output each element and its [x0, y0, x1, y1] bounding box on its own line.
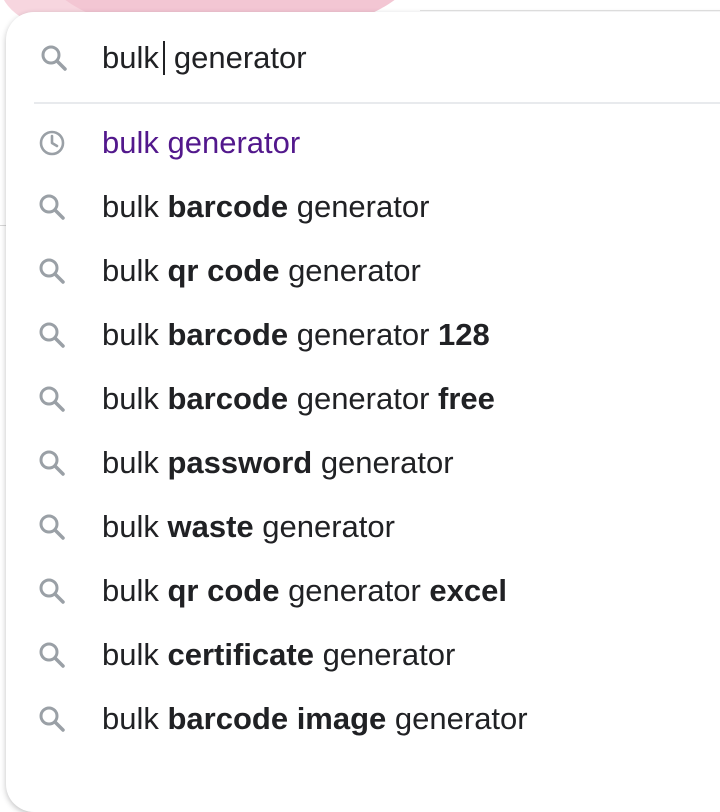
suggestion-text-bold: barcode	[167, 317, 289, 352]
suggestion-text-bold: 128	[438, 317, 490, 352]
suggestion-text-part: bulk	[102, 189, 168, 224]
suggestion-text-part: generator	[313, 637, 456, 672]
search-icon	[36, 639, 68, 671]
suggestion-item-history[interactable]: bulk generator	[6, 112, 720, 176]
suggestion-item[interactable]: bulk qr code generator	[6, 240, 720, 304]
suggestion-text-part: generator	[253, 509, 395, 544]
search-icon	[36, 191, 68, 223]
search-suggestions-panel: bulk generator bulk generator bulk barcode…	[6, 12, 720, 812]
search-icon	[36, 447, 68, 479]
suggestion-text-bold: excel	[429, 573, 507, 608]
suggestion-text-part: generator	[288, 189, 430, 224]
history-icon	[36, 127, 68, 159]
suggestion-item[interactable]: bulk waste generator	[6, 496, 720, 560]
suggestion-text-bold: password	[167, 445, 313, 480]
search-icon	[36, 703, 68, 735]
suggestion-text-part: bulk	[102, 509, 168, 544]
suggestion-text-part: generator	[312, 445, 454, 480]
query-text-after-caret: generator	[173, 40, 307, 75]
suggestion-text-part: bulk	[102, 573, 168, 608]
search-icon	[38, 42, 70, 74]
suggestion-text: bulk barcode generator free	[102, 381, 495, 417]
suggestion-text-bold: certificate	[167, 637, 314, 672]
query-text-before-caret: bulk	[102, 40, 159, 75]
suggestion-item[interactable]: bulk barcode generator 128	[6, 304, 720, 368]
background-line	[420, 10, 720, 11]
suggestion-text-part: bulk	[102, 445, 168, 480]
text-caret	[162, 41, 165, 75]
suggestion-text: bulk certificate generator	[102, 637, 455, 673]
suggestion-text-part: bulk	[102, 701, 168, 736]
suggestion-text-bold: qr code	[167, 573, 280, 608]
suggestion-text: bulk qr code generator	[102, 253, 421, 289]
suggestion-text-part: generator	[288, 317, 439, 352]
suggestion-text-part: generator	[386, 701, 528, 736]
search-icon	[36, 511, 68, 543]
suggestion-text-bold: qr code	[167, 253, 280, 288]
divider	[34, 102, 720, 104]
suggestion-item[interactable]: bulk barcode image generator	[6, 688, 720, 752]
suggestion-text: bulk password generator	[102, 445, 454, 481]
search-icon	[36, 575, 68, 607]
suggestion-text: bulk waste generator	[102, 509, 395, 545]
suggestion-text-bold: waste	[167, 509, 254, 544]
suggestion-text-bold: barcode	[167, 189, 289, 224]
search-icon	[36, 255, 68, 287]
suggestion-text-part: generator	[279, 253, 421, 288]
suggestion-item[interactable]: bulk barcode generator free	[6, 368, 720, 432]
search-bar[interactable]: bulk generator	[6, 12, 720, 102]
search-input[interactable]: bulk generator	[102, 40, 307, 76]
suggestion-item[interactable]: bulk certificate generator	[6, 624, 720, 688]
search-icon	[36, 319, 68, 351]
suggestion-text-part: bulk	[102, 317, 168, 352]
suggestion-item[interactable]: bulk password generator	[6, 432, 720, 496]
suggestion-text-bold: barcode image	[167, 701, 387, 736]
suggestion-text-part: bulk generator	[102, 125, 301, 160]
suggestion-text-part: generator	[279, 573, 430, 608]
search-icon	[36, 383, 68, 415]
suggestion-text-part: generator	[288, 381, 439, 416]
suggestion-text-bold: free	[438, 381, 495, 416]
suggestion-text-part: bulk	[102, 381, 168, 416]
suggestion-text-bold: barcode	[167, 381, 289, 416]
suggestion-item[interactable]: bulk qr code generator excel	[6, 560, 720, 624]
suggestion-text-part: bulk	[102, 637, 168, 672]
suggestion-text: bulk qr code generator excel	[102, 573, 507, 609]
suggestion-text: bulk barcode generator	[102, 189, 429, 225]
suggestion-text-part: bulk	[102, 253, 168, 288]
suggestion-item[interactable]: bulk barcode generator	[6, 176, 720, 240]
suggestion-list: bulk generator bulk barcode generator bulk…	[6, 112, 720, 752]
suggestion-text: bulk barcode generator 128	[102, 317, 490, 353]
suggestion-text: bulk generator	[102, 125, 300, 161]
suggestion-text: bulk barcode image generator	[102, 701, 528, 737]
